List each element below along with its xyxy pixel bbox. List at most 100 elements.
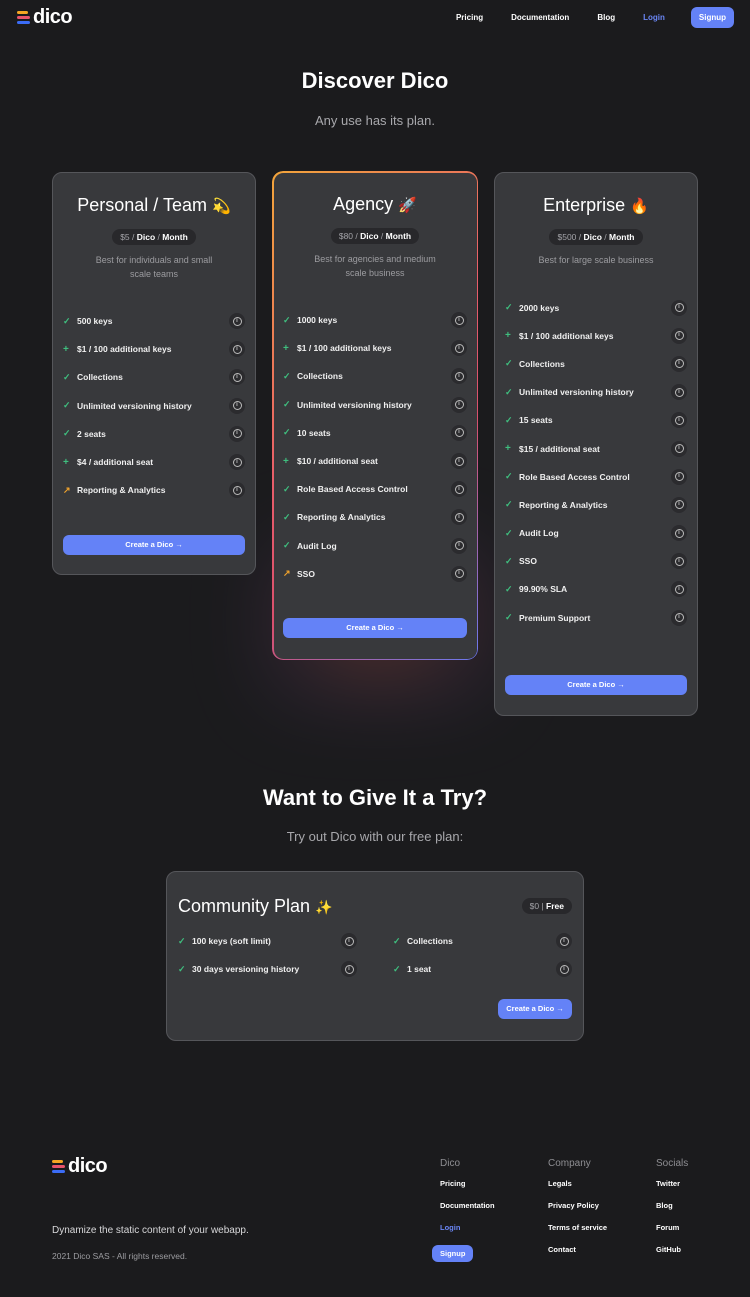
check-icon: ✓ [283,511,291,522]
info-icon[interactable]: i [229,369,245,386]
feature-text: 100 keys (soft limit) [192,936,271,947]
info-icon[interactable]: i [671,327,687,344]
info-icon[interactable]: i [671,440,687,457]
info-icon[interactable]: i [229,397,245,414]
info-icon[interactable]: i [671,355,687,372]
footer-link-github[interactable]: GitHub [656,1243,688,1265]
info-icon[interactable]: i [671,468,687,485]
check-icon: ✓ [505,527,513,538]
info-icon[interactable]: i [229,341,245,358]
plus-icon: + [283,455,289,467]
footer-logo[interactable]: dico [52,1155,108,1178]
logo[interactable]: dico [17,6,73,29]
check-icon: ✓ [63,315,71,326]
feature-text: Unlimited versioning history [297,399,412,410]
plus-icon: + [63,343,69,355]
info-icon[interactable]: i [671,299,687,316]
info-icon[interactable]: i [671,525,687,542]
feature-text: Audit Log [519,528,559,539]
feature-text: $1 / 100 additional keys [297,343,392,354]
check-icon: ✓ [283,370,291,381]
footer-link-documentation[interactable]: Documentation [440,1199,495,1221]
feature-row: ✓ 99.90% SLA i [495,575,697,603]
info-icon[interactable]: i [451,509,467,526]
footer-link-blog[interactable]: Blog [656,1199,688,1221]
info-icon[interactable]: i [451,396,467,413]
info-icon[interactable]: i [451,312,467,329]
info-icon[interactable]: i [556,933,572,950]
footer-link-twitter[interactable]: Twitter [656,1177,688,1199]
info-icon[interactable]: i [451,481,467,498]
feature-row: ✓ Audit Log i [495,519,697,547]
info-icon[interactable]: i [451,537,467,554]
footer-link-contact[interactable]: Contact [548,1243,607,1265]
feature-text: 2 seats [77,428,106,439]
feature-row: ✓ Audit Log i [273,532,477,560]
feature-text: $1 / 100 additional keys [77,344,172,355]
trend-up-icon: ↗ [283,568,291,579]
info-icon[interactable]: i [341,933,357,950]
info-icon[interactable]: i [451,453,467,470]
feature-row: ✓ Collections i [273,362,477,390]
create-dico-button[interactable]: Create a Dico → [505,675,687,695]
info-icon[interactable]: i [451,424,467,441]
info-icon[interactable]: i [451,368,467,385]
info-icon[interactable]: i [556,961,572,978]
check-icon: ✓ [393,963,401,974]
check-icon: ✓ [505,555,513,566]
nav-login[interactable]: Login [643,13,665,22]
feature-row: ✓ Collections i [53,363,255,391]
footer-tagline: Dynamize the static content of your weba… [52,1225,249,1236]
nav-documentation[interactable]: Documentation [511,13,569,22]
plan-description: Best for large scale business [538,255,654,265]
info-icon[interactable]: i [229,313,245,330]
info-icon[interactable]: i [451,565,467,582]
footer-link-terms[interactable]: Terms of service [548,1221,607,1243]
feature-row: ✓ Collections i [495,350,697,378]
footer-col-title: Dico [440,1158,461,1169]
info-icon[interactable]: i [671,553,687,570]
feature-text: 99.90% SLA [519,584,568,595]
info-icon[interactable]: i [229,454,245,471]
create-dico-button[interactable]: Create a Dico → [63,535,245,555]
price-pill: $500 / Dico / Month [549,229,643,245]
logo-text: dico [68,1155,108,1177]
info-icon[interactable]: i [229,482,245,499]
feature-row: ✓ 1 seat i [393,955,572,983]
feature-text: Collections [407,936,453,947]
feature-text: Unlimited versioning history [519,387,634,398]
create-dico-button[interactable]: Create a Dico → [283,618,467,638]
footer-link-privacy[interactable]: Privacy Policy [548,1199,607,1221]
price-pill: $5 / Dico / Month [112,229,196,245]
feature-row: ✓ 500 keys i [53,307,255,335]
info-icon[interactable]: i [341,961,357,978]
footer-link-forum[interactable]: Forum [656,1221,688,1243]
footer-link-pricing[interactable]: Pricing [440,1177,495,1199]
feature-row: + $1 / 100 additional keys i [53,335,255,363]
info-icon[interactable]: i [671,384,687,401]
footer-link-login[interactable]: Login [440,1221,495,1243]
info-icon[interactable]: i [451,340,467,357]
community-create-button[interactable]: Create a Dico → [498,999,572,1019]
feature-row: ✓ Collections i [393,927,572,955]
feature-row: ✓ 100 keys (soft limit) i [178,927,357,955]
feature-text: Premium Support [519,612,591,623]
info-icon[interactable]: i [671,412,687,429]
nav-blog[interactable]: Blog [597,13,615,22]
footer-link-legals[interactable]: Legals [548,1177,607,1199]
feature-list: ✓ 2000 keys i + $1 / 100 additional keys… [495,294,697,632]
feature-list: ✓ 1000 keys i + $1 / 100 additional keys… [273,306,477,588]
plan-title: Personal / Team 💫 [77,195,231,215]
check-icon: ✓ [178,935,186,946]
feature-row: ✓ Unlimited versioning history i [273,391,477,419]
nav-pricing[interactable]: Pricing [456,13,483,22]
info-icon[interactable]: i [671,496,687,513]
nav-signup-button[interactable]: Signup [690,7,734,28]
info-icon[interactable]: i [671,609,687,626]
feature-row: ✓ Unlimited versioning history i [53,392,255,420]
footer-signup-button[interactable]: Signup [432,1245,474,1262]
info-icon[interactable]: i [229,425,245,442]
feature-text: $15 / additional seat [519,443,600,454]
info-icon[interactable]: i [671,581,687,598]
check-icon: ✓ [505,583,513,594]
